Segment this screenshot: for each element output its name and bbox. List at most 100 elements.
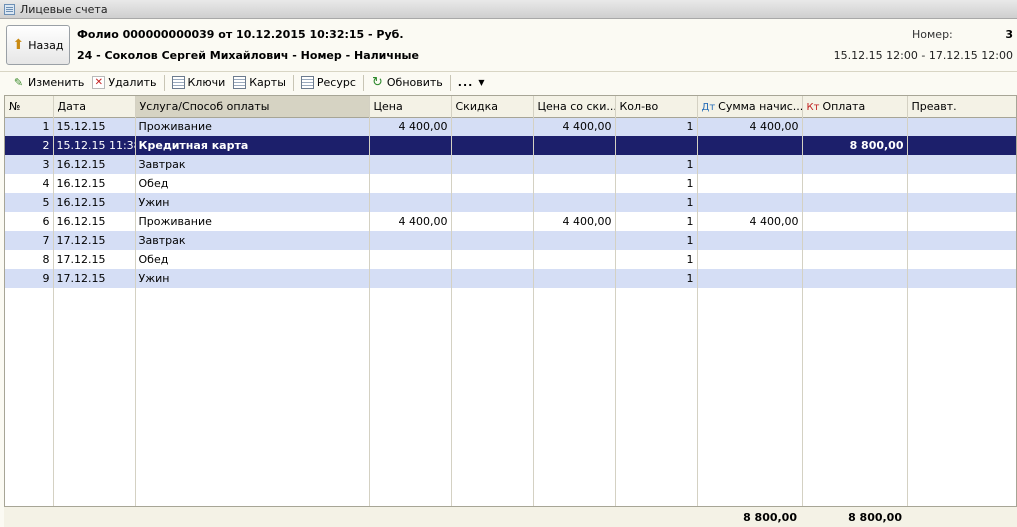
column-header-service[interactable]: Услуга/Способ оплаты — [135, 96, 370, 118]
row-service: Проживание — [135, 117, 370, 136]
table-row[interactable]: 1 15.12.15 Проживание 4 400,00 4 400,00 1 4 40… — [5, 117, 1016, 136]
row-quantity: 1 — [615, 117, 698, 136]
row-date: 15.12.15 — [53, 117, 136, 136]
table-row[interactable]: 3 16.12.15 Завтрак 1 — [5, 155, 1016, 174]
list-icon — [4, 3, 15, 15]
pencil-icon: ✎ — [13, 76, 24, 89]
column-header-price[interactable]: Цена — [369, 96, 452, 118]
row-discount — [451, 250, 534, 269]
row-date: 16.12.15 — [53, 155, 136, 174]
column-header-preauth[interactable]: Преавт. — [907, 96, 1016, 118]
row-preauth — [907, 174, 1016, 193]
table-row[interactable]: 8 17.12.15 Обед 1 — [5, 250, 1016, 269]
back-button[interactable]: ⬆ Назад — [6, 25, 70, 65]
row-price-discounted — [533, 136, 616, 155]
stay-dates: 15.12.15 12:00 - 17.12.15 12:00 — [833, 49, 1013, 62]
row-price — [369, 155, 452, 174]
row-charged — [697, 174, 803, 193]
row-price: 4 400,00 — [369, 212, 452, 231]
resource-icon — [300, 76, 314, 89]
more-actions-label: ... — [457, 76, 474, 89]
row-preauth — [907, 231, 1016, 250]
totals-footer: 8 800,00 8 800,00 — [4, 506, 1017, 527]
row-price-discounted: 4 400,00 — [533, 117, 616, 136]
row-preauth — [907, 269, 1016, 288]
charged-header-label: Сумма начис... — [718, 99, 802, 113]
column-header-payment[interactable]: Кт Оплата — [802, 96, 908, 118]
row-payment — [802, 212, 908, 231]
row-charged — [697, 250, 803, 269]
row-preauth — [907, 250, 1016, 269]
column-header-charged[interactable]: Дт Сумма начис... — [697, 96, 803, 118]
room-label: Номер: — [912, 28, 953, 41]
guest-info: 24 - Соколов Сергей Михайлович - Номер -… — [77, 49, 419, 62]
row-number: 8 — [5, 250, 54, 269]
refresh-button[interactable]: ↻ Обновить — [367, 74, 447, 92]
row-date: 17.12.15 — [53, 250, 136, 269]
row-quantity: 1 — [615, 231, 698, 250]
row-discount — [451, 193, 534, 212]
resource-button[interactable]: Ресурс — [297, 74, 360, 92]
keys-button-label: Ключи — [187, 76, 226, 89]
table-row[interactable]: 2 15.12.15 11:38 Кредитная карта 8 800,00 — [5, 136, 1016, 155]
column-header-date[interactable]: Дата — [53, 96, 136, 118]
row-date: 17.12.15 — [53, 231, 136, 250]
table-row[interactable]: 5 16.12.15 Ужин 1 — [5, 193, 1016, 212]
row-discount — [451, 136, 534, 155]
row-charged — [697, 269, 803, 288]
payment-header-label: Оплата — [822, 99, 866, 113]
row-service: Обед — [135, 250, 370, 269]
table-row[interactable]: 4 16.12.15 Обед 1 — [5, 174, 1016, 193]
row-price-discounted — [533, 269, 616, 288]
row-payment — [802, 250, 908, 269]
folio-header: ⬆ Назад Фолио 000000000039 от 10.12.2015… — [0, 19, 1017, 69]
folio-table: № Дата Услуга/Способ оплаты Цена Скидка … — [4, 95, 1017, 527]
total-charged: 8 800,00 — [743, 511, 797, 524]
toolbar-separator — [449, 74, 451, 91]
row-quantity — [615, 136, 698, 155]
cards-icon — [233, 76, 247, 89]
column-header-price-discounted[interactable]: Цена со ски... — [533, 96, 616, 118]
row-number: 7 — [5, 231, 54, 250]
keys-button[interactable]: Ключи — [168, 74, 230, 92]
column-header-no[interactable]: № — [5, 96, 54, 118]
row-service: Ужин — [135, 193, 370, 212]
keys-icon — [171, 76, 185, 89]
row-payment — [802, 117, 908, 136]
window-title: Лицевые счета — [20, 2, 108, 16]
refresh-button-label: Обновить — [386, 76, 443, 89]
row-price-discounted — [533, 193, 616, 212]
row-preauth — [907, 155, 1016, 174]
delete-button-label: Удалить — [108, 76, 157, 89]
column-header-quantity[interactable]: Кол-во — [615, 96, 698, 118]
cards-button-label: Карты — [249, 76, 286, 89]
table-header-row: № Дата Услуга/Способ оплаты Цена Скидка … — [5, 96, 1016, 118]
row-price-discounted — [533, 155, 616, 174]
edit-button[interactable]: ✎ Изменить — [8, 74, 88, 92]
row-quantity: 1 — [615, 155, 698, 174]
debit-prefix: Дт — [701, 101, 716, 113]
row-payment: 8 800,00 — [802, 136, 908, 155]
cards-button[interactable]: Карты — [229, 74, 290, 92]
more-actions-button[interactable]: ... ▼ — [454, 74, 489, 92]
row-price — [369, 136, 452, 155]
toolbar-separator — [163, 74, 165, 91]
row-payment — [802, 193, 908, 212]
row-price-discounted — [533, 174, 616, 193]
row-number: 4 — [5, 174, 54, 193]
total-payment: 8 800,00 — [848, 511, 902, 524]
row-date: 16.12.15 — [53, 212, 136, 231]
resource-button-label: Ресурс — [316, 76, 356, 89]
table-row[interactable]: 9 17.12.15 Ужин 1 — [5, 269, 1016, 288]
table-row[interactable]: 7 17.12.15 Завтрак 1 — [5, 231, 1016, 250]
table-row[interactable]: 6 16.12.15 Проживание 4 400,00 4 400,00 1 4 40… — [5, 212, 1016, 231]
row-date: 15.12.15 11:38 — [53, 136, 136, 155]
row-payment — [802, 155, 908, 174]
row-preauth — [907, 212, 1016, 231]
row-payment — [802, 174, 908, 193]
folio-grid: № Дата Услуга/Способ оплаты Цена Скидка … — [5, 96, 1016, 288]
row-price — [369, 269, 452, 288]
row-quantity: 1 — [615, 269, 698, 288]
delete-button[interactable]: ✕ Удалить — [88, 74, 160, 92]
column-header-discount[interactable]: Скидка — [451, 96, 534, 118]
